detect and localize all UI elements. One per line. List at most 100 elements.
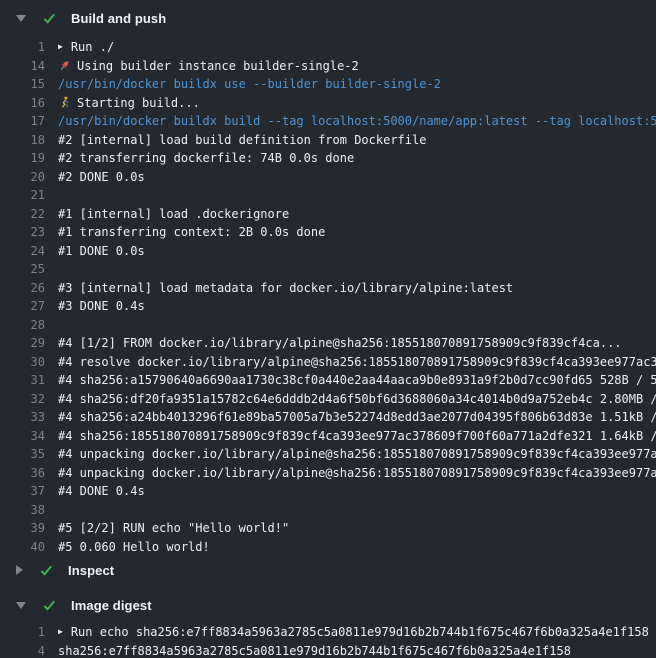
line-number[interactable]: 37 bbox=[0, 482, 45, 501]
log-line: 23#1 transferring context: 2B 0.0s done bbox=[0, 223, 656, 242]
log-text: #4 unpacking docker.io/library/alpine@sh… bbox=[58, 445, 656, 464]
log-text: #2 transferring dockerfile: 74B 0.0s don… bbox=[58, 149, 656, 168]
line-number[interactable]: 31 bbox=[0, 371, 45, 390]
step-header-build-and-push[interactable]: Build and push bbox=[0, 6, 656, 30]
log-line: 18 #2 [internal] load build definition fr… bbox=[0, 131, 656, 150]
line-number[interactable]: 33 bbox=[0, 408, 45, 427]
section-image-digest: Image digest 1 ▶ Run echo sha256:e7ff8834a… bbox=[0, 593, 656, 658]
log-text-content: #4 [1/2] FROM docker.io/library/alpine@s… bbox=[58, 334, 622, 353]
log-text-content: #3 DONE 0.4s bbox=[58, 297, 145, 316]
log-text-content: #2 [internal] load build definition from… bbox=[58, 131, 426, 150]
log-text: #4 sha256:185518070891758909c9f839cf4ca3… bbox=[58, 427, 656, 446]
log-text-content: #4 DONE 0.4s bbox=[58, 482, 145, 501]
line-number[interactable]: 32 bbox=[0, 390, 45, 409]
step-title: Build and push bbox=[71, 11, 166, 26]
log-line: 36 #4 unpacking docker.io/library/alpine@… bbox=[0, 464, 656, 483]
log-line: 40 #5 0.060 Hello world! bbox=[0, 538, 656, 557]
runner-icon bbox=[58, 96, 71, 109]
log-text-content: #5 [2/2] RUN echo "Hello world!" bbox=[58, 519, 289, 538]
line-number[interactable]: 17 bbox=[0, 112, 45, 131]
log-line: 31 #4 sha256:a15790640a6690aa1730c38cf0a4… bbox=[0, 371, 656, 390]
log-line: 15/usr/bin/docker buildx use --builder b… bbox=[0, 75, 656, 94]
log-text-content: #4 unpacking docker.io/library/alpine@sh… bbox=[58, 445, 656, 464]
log-text: #3 [internal] load metadata for docker.i… bbox=[58, 279, 656, 298]
log-text: #2 [internal] load build definition from… bbox=[58, 131, 656, 150]
log-line: 16Starting build... bbox=[0, 94, 656, 113]
collapse-triangle-icon[interactable] bbox=[16, 15, 26, 22]
collapse-triangle-icon[interactable] bbox=[16, 602, 26, 609]
log-text-content: #4 sha256:a24bb4013296f61e89ba57005a7b3e… bbox=[58, 408, 656, 427]
workflow-log-viewer: Build and push 1▶Run ./14Using builder i… bbox=[0, 0, 656, 658]
step-header-image-digest[interactable]: Image digest bbox=[0, 593, 656, 617]
line-number[interactable]: 16 bbox=[0, 94, 45, 113]
line-number[interactable]: 24 bbox=[0, 242, 45, 261]
line-number[interactable]: 40 bbox=[0, 538, 45, 557]
log-text: sha256:e7ff8834a5963a2785c5a0811e979d16b… bbox=[58, 642, 656, 658]
line-number[interactable]: 20 bbox=[0, 168, 45, 187]
expand-triangle-icon[interactable] bbox=[16, 565, 23, 575]
log-line: 26 #3 [internal] load metadata for docker… bbox=[0, 279, 656, 298]
success-check-icon bbox=[39, 563, 54, 578]
log-line: 29 #4 [1/2] FROM docker.io/library/alpine… bbox=[0, 334, 656, 353]
line-number[interactable]: 22 bbox=[0, 205, 45, 224]
line-number[interactable]: 36 bbox=[0, 464, 45, 483]
line-number[interactable]: 21 bbox=[0, 186, 45, 205]
log-line: 33 #4 sha256:a24bb4013296f61e89ba57005a7b… bbox=[0, 408, 656, 427]
line-number[interactable]: 18 bbox=[0, 131, 45, 150]
line-number[interactable]: 38 bbox=[0, 501, 45, 520]
log-line: 1▶Run ./ bbox=[0, 38, 656, 57]
log-line: 24 #1 DONE 0.0s bbox=[0, 242, 656, 261]
line-number[interactable]: 26 bbox=[0, 279, 45, 298]
line-number[interactable]: 30 bbox=[0, 353, 45, 372]
section-inspect: Inspect bbox=[0, 558, 656, 582]
step-title: Image digest bbox=[71, 598, 152, 613]
expand-chevron-icon[interactable]: ▶ bbox=[58, 43, 63, 51]
log-line: 1 ▶ Run echo sha256:e7ff8834a5963a2785c5a0… bbox=[0, 623, 656, 642]
log-line: 27 #3 DONE 0.4s bbox=[0, 297, 656, 316]
log-text: #5 0.060 Hello world! bbox=[58, 538, 656, 557]
pushpin-icon bbox=[58, 59, 71, 72]
log-text: ▶ Run echo sha256:e7ff8834a5963a2785c5a08… bbox=[58, 623, 656, 642]
line-number[interactable]: 25 bbox=[0, 260, 45, 279]
line-number[interactable]: 28 bbox=[0, 316, 45, 335]
log-line: 19 #2 transferring dockerfile: 74B 0.0s d… bbox=[0, 149, 656, 168]
log-text: #4 sha256:a24bb4013296f61e89ba57005a7b3e… bbox=[58, 408, 656, 427]
log-text: #4 sha256:a15790640a6690aa1730c38cf0a440… bbox=[58, 371, 656, 390]
success-check-icon bbox=[42, 598, 57, 613]
log-line: 20#2 DONE 0.0s bbox=[0, 168, 656, 187]
line-number[interactable]: 29 bbox=[0, 334, 45, 353]
log-line: 34 #4 sha256:185518070891758909c9f839cf4c… bbox=[0, 427, 656, 446]
log-text: #1 [internal] load .dockerignore bbox=[58, 205, 656, 224]
log-text-content: /usr/bin/docker buildx build --tag local… bbox=[58, 112, 656, 131]
line-number[interactable]: 35 bbox=[0, 445, 45, 464]
log-text: #3 DONE 0.4s bbox=[58, 297, 656, 316]
line-number[interactable]: 34 bbox=[0, 427, 45, 446]
line-number[interactable]: 19 bbox=[0, 149, 45, 168]
line-number[interactable]: 1 bbox=[0, 38, 45, 57]
log-text-content: #2 transferring dockerfile: 74B 0.0s don… bbox=[58, 149, 354, 168]
log-text: #4 [1/2] FROM docker.io/library/alpine@s… bbox=[58, 334, 656, 353]
expand-chevron-icon[interactable]: ▶ bbox=[58, 628, 63, 636]
log-line: 28 bbox=[0, 316, 656, 335]
log-text-content: Using builder instance builder-single-2 bbox=[77, 57, 359, 76]
line-number[interactable]: 27 bbox=[0, 297, 45, 316]
line-number[interactable]: 39 bbox=[0, 519, 45, 538]
log-text-content: #3 [internal] load metadata for docker.i… bbox=[58, 279, 513, 298]
log-lines: 1 ▶ Run echo sha256:e7ff8834a5963a2785c5a0… bbox=[0, 623, 656, 658]
line-number[interactable]: 4 bbox=[0, 642, 45, 658]
line-number[interactable]: 23 bbox=[0, 223, 45, 242]
step-header-inspect[interactable]: Inspect bbox=[0, 558, 656, 582]
log-text-content: Run echo sha256:e7ff8834a5963a2785c5a081… bbox=[71, 623, 649, 642]
log-text: /usr/bin/docker buildx build --tag local… bbox=[58, 112, 656, 131]
log-line: 17/usr/bin/docker buildx build --tag loc… bbox=[0, 112, 656, 131]
line-number[interactable]: 1 bbox=[0, 623, 45, 642]
log-text: #4 unpacking docker.io/library/alpine@sh… bbox=[58, 464, 656, 483]
log-text-content: #4 sha256:df20fa9351a15782c64e6dddb2d4a6… bbox=[58, 390, 656, 409]
line-number[interactable]: 15 bbox=[0, 75, 45, 94]
step-title: Inspect bbox=[68, 563, 114, 578]
line-number[interactable]: 14 bbox=[0, 57, 45, 76]
log-text: #1 DONE 0.0s bbox=[58, 242, 656, 261]
log-line: 39 #5 [2/2] RUN echo "Hello world!" bbox=[0, 519, 656, 538]
log-text: #5 [2/2] RUN echo "Hello world!" bbox=[58, 519, 656, 538]
success-check-icon bbox=[42, 11, 57, 26]
